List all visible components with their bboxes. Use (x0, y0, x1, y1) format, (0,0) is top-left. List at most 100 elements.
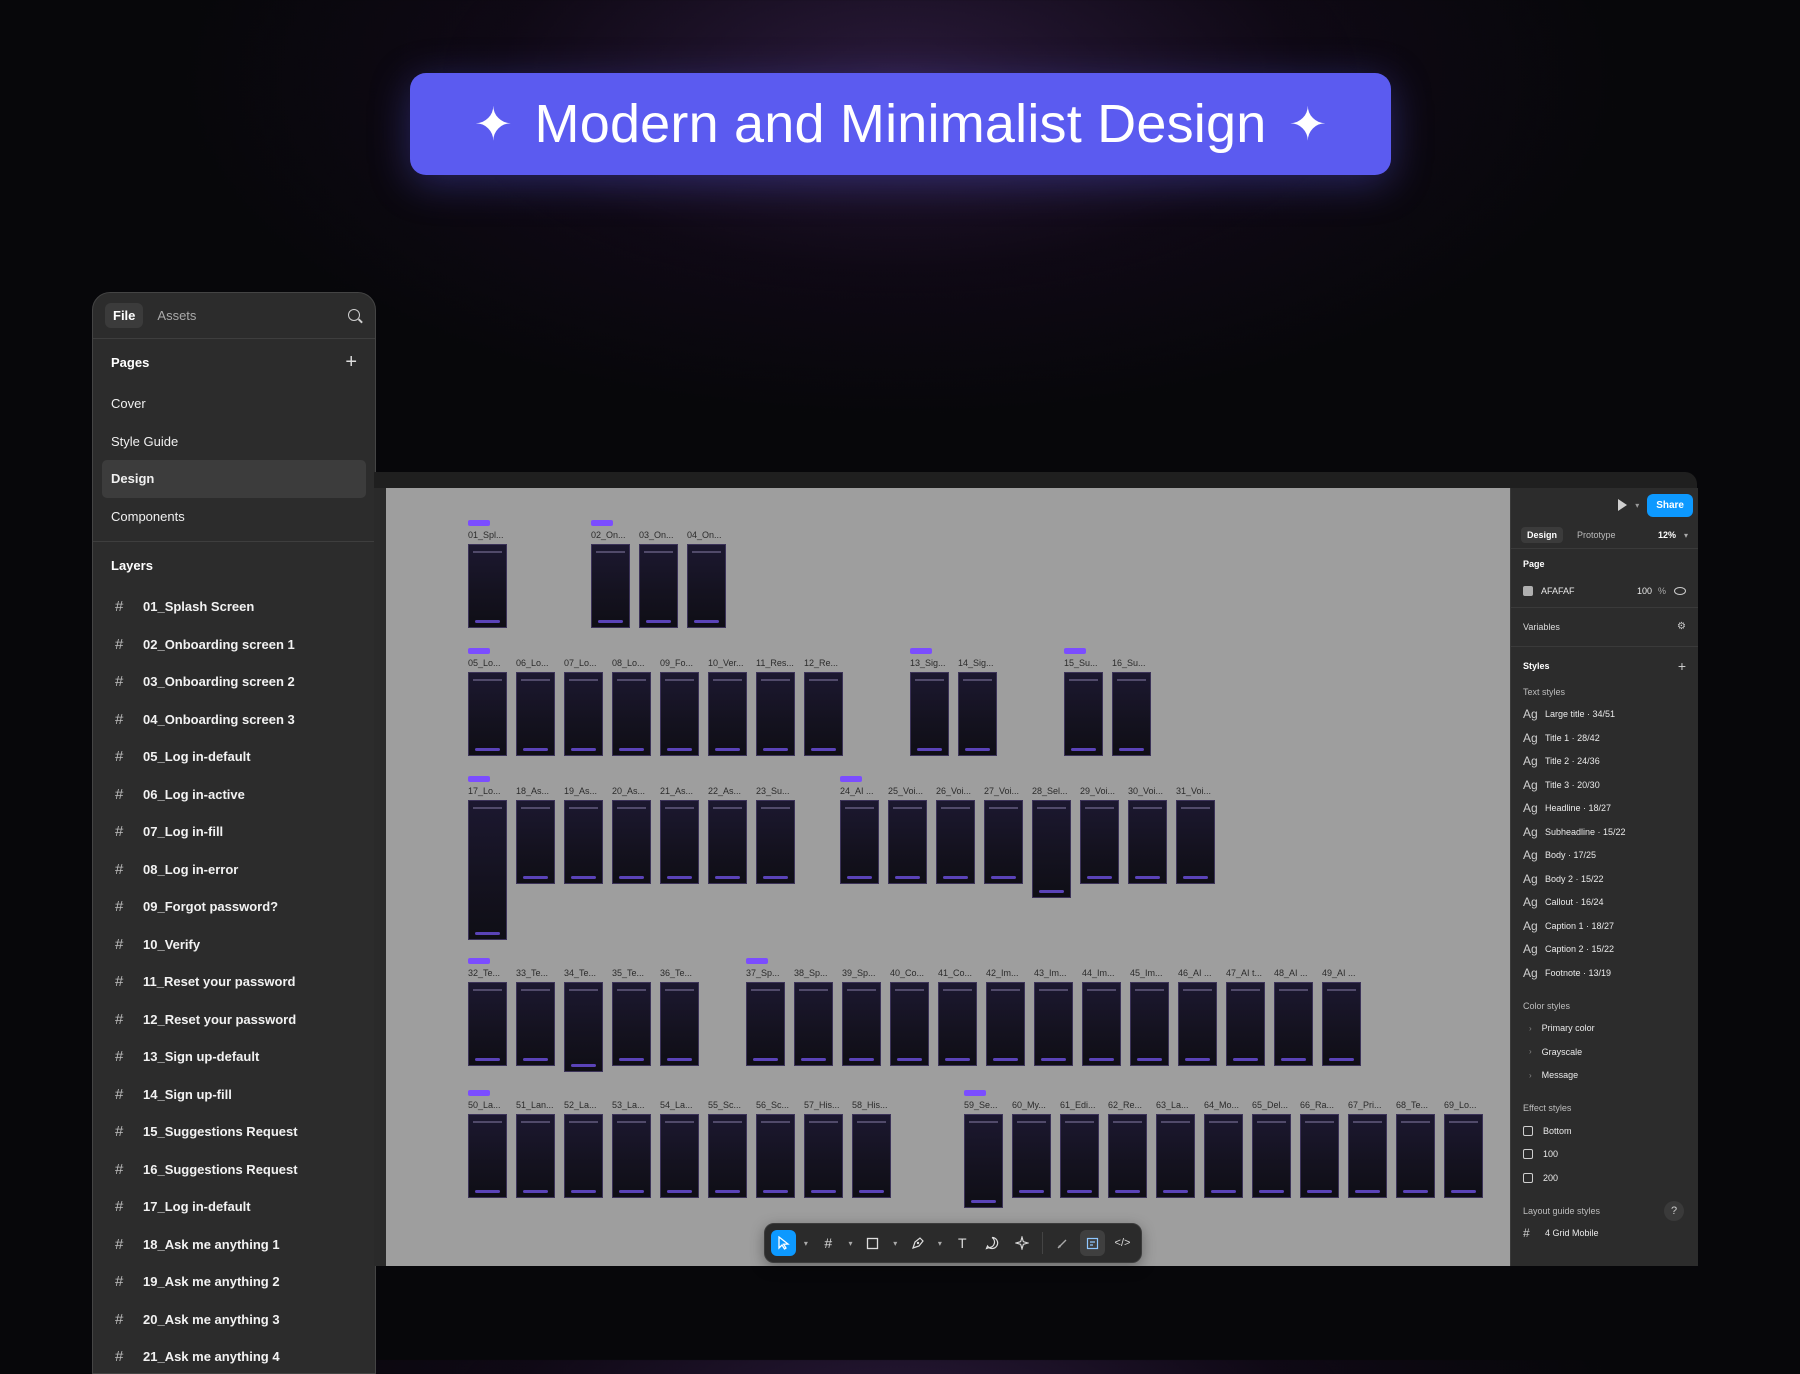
screen-frame[interactable] (1108, 1114, 1147, 1198)
frame-label[interactable]: 50_La... (468, 1100, 501, 1110)
frame-label[interactable]: 11_Res... (756, 658, 794, 668)
page-fill-hex[interactable]: AFAFAF (1541, 586, 1575, 596)
layer-item[interactable]: #01_Splash Screen (93, 588, 375, 626)
frame-tool-icon[interactable]: # (816, 1230, 841, 1256)
screen-frame[interactable] (888, 800, 927, 884)
screen-frame[interactable] (612, 982, 651, 1066)
layer-item[interactable]: #16_Suggestions Request (93, 1151, 375, 1189)
screen-frame[interactable] (564, 982, 603, 1072)
screen-frame[interactable] (660, 672, 699, 756)
screen-frame[interactable] (1032, 800, 1071, 898)
frame-label[interactable]: 41_Co... (938, 968, 972, 978)
frame-label[interactable]: 66_Ra... (1300, 1100, 1334, 1110)
screen-frame[interactable] (516, 800, 555, 884)
screen-frame[interactable] (804, 1114, 843, 1198)
frame-label[interactable]: 46_AI ... (1178, 968, 1212, 978)
screen-frame[interactable] (516, 1114, 555, 1198)
layout-guide-item[interactable]: #4 Grid Mobile (1511, 1222, 1698, 1246)
screen-frame[interactable] (1080, 800, 1119, 884)
frame-label[interactable]: 12_Re... (804, 658, 838, 668)
frame-label[interactable]: 55_Sc... (708, 1100, 741, 1110)
text-style-item[interactable]: Ag Headline · 18/27 (1511, 797, 1698, 821)
layer-item[interactable]: #07_Log in-fill (93, 813, 375, 851)
screen-frame[interactable] (468, 982, 507, 1066)
screen-frame[interactable] (958, 672, 997, 756)
eye-icon[interactable] (1674, 586, 1686, 595)
chevron-down-icon[interactable]: ▾ (1684, 531, 1688, 540)
frame-label[interactable]: 27_Voi... (984, 786, 1019, 796)
screen-frame[interactable] (708, 1114, 747, 1198)
layer-item[interactable]: #09_Forgot password? (93, 888, 375, 926)
design-mode-icon[interactable] (1079, 1230, 1105, 1256)
layer-item[interactable]: #12_Reset your password (93, 1001, 375, 1039)
help-button[interactable]: ? (1664, 1200, 1684, 1221)
chevron-down-icon[interactable]: ▾ (846, 1230, 856, 1256)
page-item-style-guide[interactable]: Style Guide (102, 423, 366, 461)
chevron-right-icon[interactable]: › (1529, 1024, 1532, 1033)
frame-label[interactable]: 48_AI ... (1274, 968, 1308, 978)
frame-label[interactable]: 67_Pri... (1348, 1100, 1382, 1110)
screen-frame[interactable] (804, 672, 843, 756)
screen-frame[interactable] (1176, 800, 1215, 884)
page-item-design[interactable]: Design (102, 460, 366, 498)
screen-frame[interactable] (986, 982, 1025, 1066)
frame-label[interactable]: 42_Im... (986, 968, 1019, 978)
screen-frame[interactable] (1322, 982, 1361, 1066)
screen-frame[interactable] (1130, 982, 1169, 1066)
color-style-item[interactable]: › Primary color (1511, 1017, 1698, 1041)
frame-label[interactable]: 69_Lo... (1444, 1100, 1477, 1110)
frame-label[interactable]: 54_La... (660, 1100, 693, 1110)
effect-style-item[interactable]: Bottom (1511, 1119, 1698, 1143)
screen-frame[interactable] (756, 800, 795, 884)
actions-tool-icon[interactable] (1010, 1230, 1035, 1256)
frame-label[interactable]: 09_Fo... (660, 658, 693, 668)
frame-label[interactable]: 06_Lo... (516, 658, 549, 668)
layer-item[interactable]: #21_Ask me anything 4 (93, 1338, 375, 1373)
frame-label[interactable]: 25_Voi... (888, 786, 923, 796)
frame-label[interactable]: 28_Sel... (1032, 786, 1068, 796)
frame-label[interactable]: 31_Voi... (1176, 786, 1211, 796)
screen-frame[interactable] (687, 544, 726, 628)
variables-settings-icon[interactable]: ⚙ (1677, 621, 1686, 632)
chevron-down-icon[interactable]: ▾ (1635, 501, 1639, 510)
screen-frame[interactable] (756, 672, 795, 756)
layer-item[interactable]: #15_Suggestions Request (93, 1113, 375, 1151)
text-style-item[interactable]: Ag Subheadline · 15/22 (1511, 820, 1698, 844)
search-icon[interactable] (347, 308, 363, 324)
screen-frame[interactable] (708, 800, 747, 884)
share-button[interactable]: Share (1647, 493, 1693, 517)
frame-label[interactable]: 51_Lan... (516, 1100, 554, 1110)
screen-frame[interactable] (468, 800, 507, 940)
text-style-item[interactable]: Ag Title 2 · 24/36 (1511, 750, 1698, 774)
screen-frame[interactable] (890, 982, 929, 1066)
screen-frame[interactable] (1300, 1114, 1339, 1198)
frame-label[interactable]: 52_La... (564, 1100, 597, 1110)
frame-label[interactable]: 30_Voi... (1128, 786, 1163, 796)
frame-label[interactable]: 04_On... (687, 530, 722, 540)
frame-label[interactable]: 60_My... (1012, 1100, 1046, 1110)
frame-label[interactable]: 33_Te... (516, 968, 548, 978)
tab-prototype[interactable]: Prototype (1571, 527, 1622, 543)
screen-frame[interactable] (910, 672, 949, 756)
layer-item[interactable]: #06_Log in-active (93, 776, 375, 814)
layer-item[interactable]: #08_Log in-error (93, 851, 375, 889)
layer-item[interactable]: #19_Ask me anything 2 (93, 1263, 375, 1301)
screen-frame[interactable] (564, 1114, 603, 1198)
screen-frame[interactable] (468, 672, 507, 756)
frame-label[interactable]: 49_AI ... (1322, 968, 1356, 978)
screen-frame[interactable] (1128, 800, 1167, 884)
layer-item[interactable]: #18_Ask me anything 1 (93, 1226, 375, 1264)
frame-label[interactable]: 43_Im... (1034, 968, 1067, 978)
frame-label[interactable]: 32_Te... (468, 968, 500, 978)
chevron-right-icon[interactable]: › (1529, 1047, 1532, 1056)
screen-frame[interactable] (984, 800, 1023, 884)
frame-label[interactable]: 26_Voi... (936, 786, 971, 796)
screen-frame[interactable] (639, 544, 678, 628)
screen-frame[interactable] (936, 800, 975, 884)
screen-frame[interactable] (1348, 1114, 1387, 1198)
frame-label[interactable]: 53_La... (612, 1100, 645, 1110)
screen-frame[interactable] (1226, 982, 1265, 1066)
page-fill-opacity[interactable]: 100 (1637, 586, 1652, 596)
color-style-item[interactable]: › Message (1511, 1064, 1698, 1088)
frame-label[interactable]: 37_Sp... (746, 968, 780, 978)
